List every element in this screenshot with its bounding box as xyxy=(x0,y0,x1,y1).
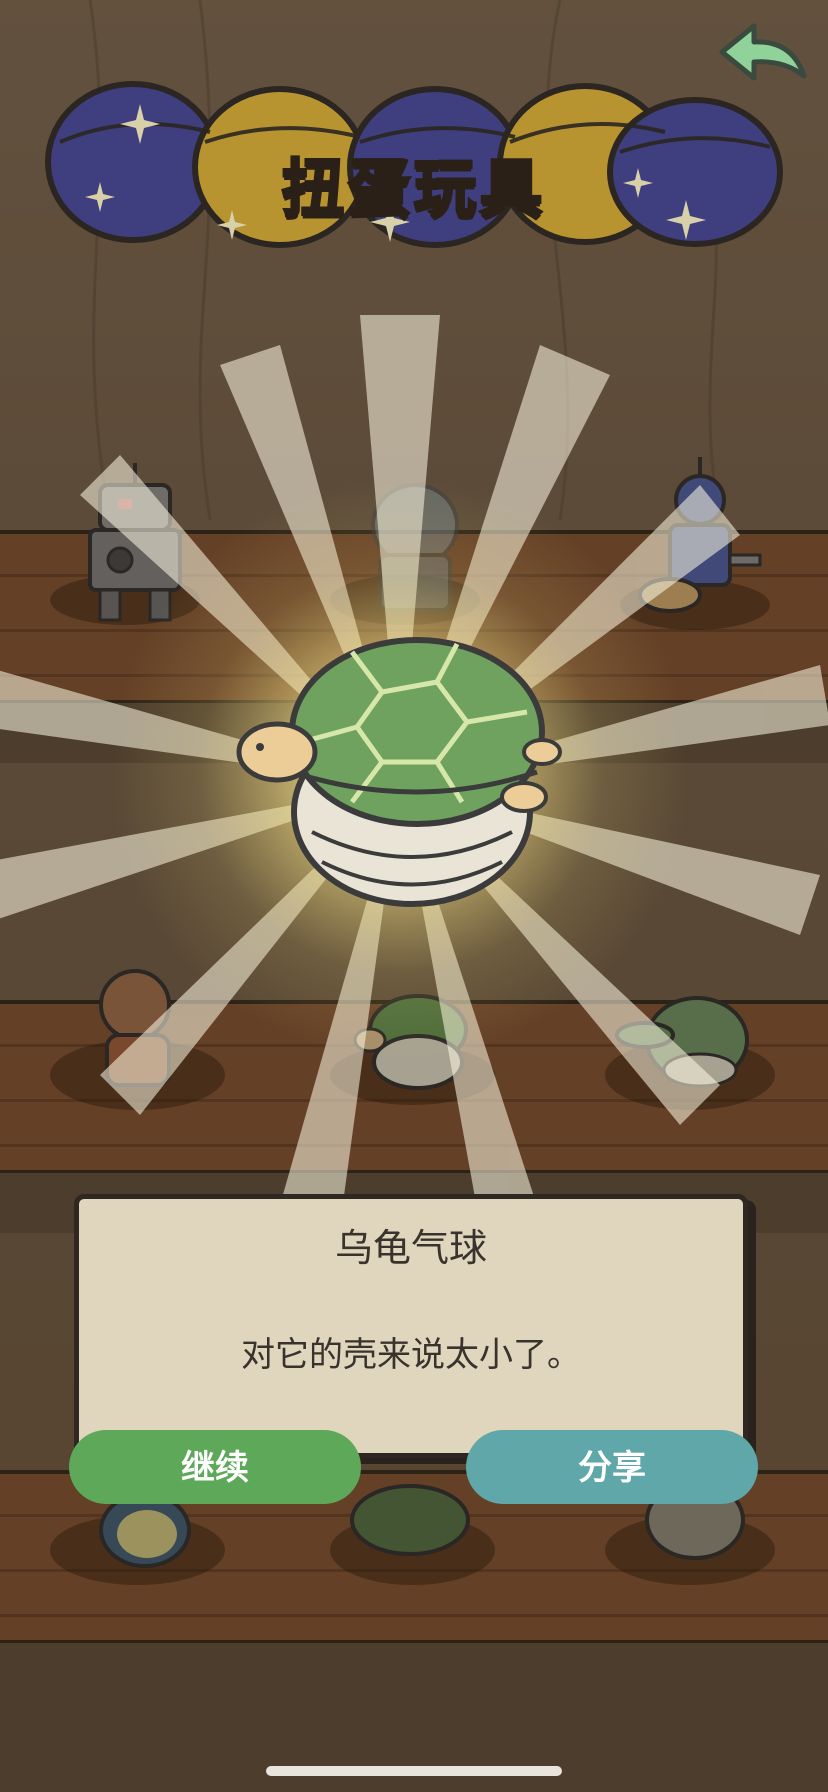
title-banner: 扭蛋玩具 xyxy=(40,72,788,272)
continue-button[interactable]: 继续 xyxy=(69,1430,361,1504)
item-name: 乌龟气球 xyxy=(334,1226,487,1270)
item-dialog: 乌龟气球 对它的壳来说太小了。 xyxy=(74,1194,748,1458)
home-indicator[interactable] xyxy=(266,1766,562,1776)
turtle-balloon-icon xyxy=(236,637,562,907)
screen-title: 扭蛋玩具 xyxy=(280,151,546,227)
back-arrow-icon[interactable] xyxy=(712,14,812,94)
share-button[interactable]: 分享 xyxy=(466,1430,758,1504)
item-description: 对它的壳来说太小了。 xyxy=(241,1335,581,1375)
game-screen: 扭蛋玩具 乌龟气球 对它的壳来说太小了。 继续 分享 xyxy=(0,0,828,1792)
